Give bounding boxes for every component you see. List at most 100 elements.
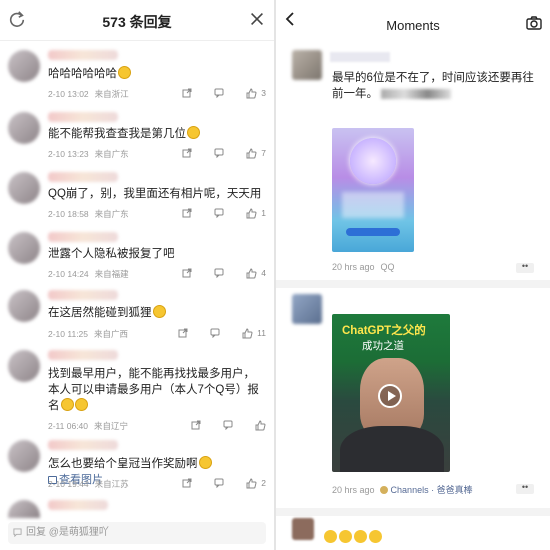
comment-actions: 3 (182, 87, 266, 99)
comment-location: 来自辽宁 (94, 421, 129, 431)
avatar[interactable] (292, 294, 322, 324)
image-button-bar (346, 228, 400, 236)
avatar[interactable] (8, 112, 40, 144)
avatar[interactable] (8, 500, 40, 518)
post-image[interactable] (332, 128, 414, 252)
comment-text: 哈哈哈哈哈哈 (48, 68, 117, 80)
avatar[interactable] (292, 518, 314, 540)
share-icon[interactable] (182, 478, 192, 488)
comment-item: 能不能帮我查查我是第几位 2-10 13:23 来自广东 7 (0, 112, 274, 159)
moments-panel: Moments 最早的6位是不在了，时间应该还要再往前一年。 20 hrs ag… (276, 0, 550, 550)
post-time: 20 hrs ago (332, 262, 375, 272)
channel-link[interactable]: Channels · 爸爸真棒 (391, 485, 473, 495)
share-icon[interactable] (191, 420, 201, 430)
like-icon[interactable] (246, 87, 257, 99)
share-icon[interactable] (182, 208, 192, 218)
avatar[interactable] (8, 172, 40, 204)
comment-item: 怎么也要给个皇冠当作奖励啊 查看图片 2-10 19:44 来自江苏 2 (0, 440, 274, 492)
play-icon[interactable] (378, 384, 402, 408)
post-source[interactable]: QQ (381, 262, 395, 272)
comment-location: 来自福建 (94, 269, 129, 279)
emoji-icon (60, 398, 74, 411)
comment-text: 在这居然能碰到狐狸 (48, 307, 152, 319)
video-subtitle: 成功之道 (362, 340, 404, 352)
comment-icon[interactable] (214, 208, 224, 218)
more-icon[interactable]: •• (516, 483, 534, 494)
username-blurred[interactable] (48, 172, 118, 182)
comment-item: 哈哈哈哈哈哈 2-10 13:02 来自浙江 3 (0, 50, 274, 99)
comment-count-title: 573 条回复 (102, 14, 172, 30)
qq-badge-image (350, 138, 396, 184)
comment-actions: 11 (178, 327, 266, 339)
comment-item: QQ崩了，别，我里面还有相片呢，天天用 2-10 18:58 来自广东 1 (0, 172, 274, 222)
like-count: 1 (261, 208, 266, 218)
comment-icon[interactable] (214, 478, 224, 488)
like-count: 3 (261, 88, 266, 98)
like-icon[interactable] (246, 147, 257, 159)
comment-icon[interactable] (223, 420, 233, 430)
post-meta: 20 hrs ago QQ (332, 262, 401, 272)
like-icon[interactable] (242, 327, 253, 339)
more-icon[interactable]: •• (516, 262, 534, 273)
avatar[interactable] (8, 232, 40, 264)
comment-item-partial (0, 500, 274, 518)
avatar[interactable] (8, 440, 40, 472)
username-blurred[interactable] (48, 290, 118, 300)
comment-meta: 2-10 19:44 来自江苏 (48, 478, 135, 490)
reply-input[interactable]: 回复 @是萌狐狸吖 (8, 522, 266, 544)
comment-location: 来自广东 (94, 149, 129, 159)
avatar[interactable] (292, 50, 322, 80)
like-icon[interactable] (246, 477, 257, 489)
reaction-row (324, 530, 388, 544)
comment-meta: 2-10 18:58 来自广东 (48, 208, 135, 220)
comment-actions: 4 (182, 267, 266, 279)
moment-post: 最早的6位是不在了，时间应该还要再往前一年。 20 hrs ago QQ •• (284, 50, 542, 274)
share-icon[interactable] (182, 268, 192, 278)
clap-emoji-icon (324, 530, 337, 543)
comment-text: 能不能帮我查查我是第几位 (48, 128, 186, 140)
comment-date: 2-10 14:24 (48, 269, 89, 279)
username-blurred[interactable] (330, 52, 390, 62)
comment-icon[interactable] (214, 148, 224, 158)
close-icon[interactable] (248, 10, 266, 28)
comment-actions: 7 (182, 147, 266, 159)
redacted-block (342, 192, 404, 218)
comment-text: 泄露个人隐私被报复了吧 (48, 248, 175, 260)
comment-location: 来自江苏 (94, 479, 129, 489)
avatar[interactable] (8, 290, 40, 322)
comment-icon[interactable] (210, 328, 220, 338)
username-blurred[interactable] (48, 112, 118, 122)
like-icon[interactable] (255, 419, 266, 431)
username-blurred[interactable] (48, 50, 118, 60)
camera-icon[interactable] (526, 16, 542, 30)
comment-icon[interactable] (214, 88, 224, 98)
comment-meta: 2-11 06:40 来自辽宁 (48, 420, 134, 432)
username-blurred[interactable] (48, 500, 108, 510)
username-blurred[interactable] (48, 350, 118, 360)
username-blurred[interactable] (48, 440, 118, 450)
like-icon[interactable] (246, 207, 257, 219)
video-thumbnail[interactable]: ChatGPT之父的 成功之道 (332, 314, 450, 472)
share-icon[interactable] (182, 88, 192, 98)
clap-emoji-icon (354, 530, 367, 543)
comment-actions: 2 (182, 477, 266, 489)
share-icon[interactable] (178, 328, 188, 338)
comment-header: 573 条回复 (0, 0, 274, 41)
post-separator (276, 508, 550, 516)
like-icon[interactable] (246, 267, 257, 279)
comment-actions: 1 (182, 207, 266, 219)
comment-actions (191, 419, 266, 431)
avatar[interactable] (8, 350, 40, 382)
comment-text: QQ崩了，别，我里面还有相片呢，天天用 (48, 188, 262, 200)
share-icon[interactable] (182, 148, 192, 158)
like-count: 7 (261, 148, 266, 158)
avatar[interactable] (8, 50, 40, 82)
comment-location: 来自广西 (94, 329, 129, 339)
comment-date: 2-10 13:02 (48, 89, 89, 99)
moments-header: Moments (276, 0, 550, 40)
like-count: 2 (261, 478, 266, 488)
username-blurred[interactable] (48, 232, 118, 242)
post-separator (276, 280, 550, 288)
person-body (340, 426, 444, 472)
comment-icon[interactable] (214, 268, 224, 278)
